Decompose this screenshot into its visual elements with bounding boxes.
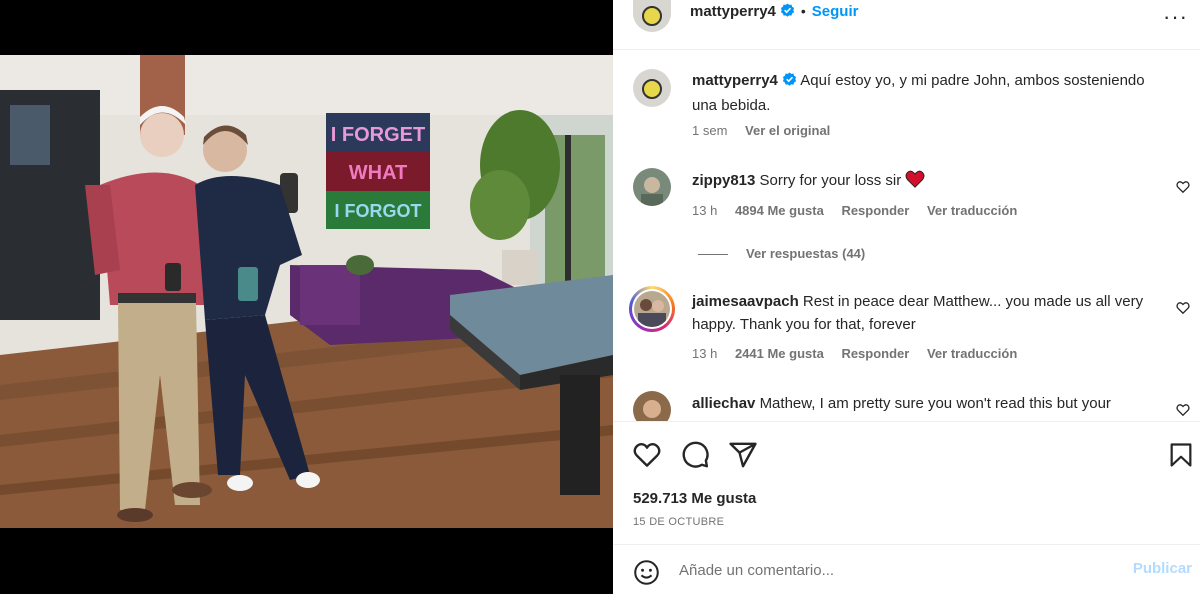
comment-meta: 13 h 2441 Me gusta Responder Ver traducc… — [692, 346, 1031, 361]
speech-bubble-icon — [682, 441, 709, 468]
comments-list[interactable]: mattyperry4 Aquí estoy yo, y mi padre Jo… — [613, 51, 1200, 421]
caption-text-block: mattyperry4 Aquí estoy yo, y mi padre Jo… — [692, 69, 1162, 117]
view-replies-label: Ver respuestas (44) — [746, 246, 866, 261]
caption-avatar[interactable] — [633, 69, 671, 107]
avatar-image — [633, 69, 671, 107]
commenter-username[interactable]: zippy813 — [692, 172, 755, 189]
avatar-image — [634, 291, 670, 327]
red-heart-emoji — [905, 170, 925, 195]
comment-button[interactable] — [680, 440, 710, 470]
comment-text-block: zippy813 Sorry for your loss sir — [692, 169, 1162, 195]
author-username[interactable]: mattyperry4 — [690, 3, 776, 20]
separator-dot: • — [800, 3, 806, 19]
see-original-link[interactable]: Ver el original — [745, 123, 830, 138]
comment-text: Sorry for your loss sir — [759, 172, 902, 189]
commenter-username[interactable]: alliechav — [692, 395, 755, 412]
bookmark-icon — [1170, 443, 1192, 467]
commenter-avatar[interactable] — [629, 286, 675, 332]
media-pane: I FORGET WHAT I FORGOT — [0, 0, 613, 594]
publish-button[interactable]: Publicar — [1133, 560, 1192, 577]
caption-meta: 1 sem Ver el original — [692, 123, 844, 138]
commenter-avatar[interactable] — [633, 168, 671, 206]
comment-input[interactable] — [679, 557, 1099, 583]
post-photo[interactable]: I FORGET WHAT I FORGOT — [0, 55, 613, 528]
verified-badge-icon — [782, 71, 797, 94]
avatar-image — [633, 0, 671, 32]
comment-meta: 13 h 4894 Me gusta Responder Ver traducc… — [692, 203, 1031, 218]
smiley-icon — [634, 560, 659, 585]
more-options-button[interactable]: ··· — [1163, 4, 1188, 30]
save-button[interactable] — [1167, 440, 1197, 470]
commenter-username[interactable]: jaimesaavpach — [692, 293, 799, 310]
comment-likes[interactable]: 2441 Me gusta — [735, 346, 824, 361]
comment-text: Mathew, I am pretty sure you won't read … — [759, 395, 1111, 412]
comment-text-block: jaimesaavpach Rest in peace dear Matthew… — [692, 290, 1162, 336]
view-replies-button[interactable]: Ver respuestas (44) — [698, 246, 865, 261]
avatar-image — [633, 391, 671, 421]
comment-time[interactable]: 13 h — [692, 346, 717, 361]
share-button[interactable] — [728, 440, 758, 470]
like-comment-icon[interactable] — [1176, 301, 1190, 315]
verified-badge-icon — [780, 3, 795, 23]
comment-time[interactable]: 13 h — [692, 203, 717, 218]
instagram-post-view: I FORGET WHAT I FORGOT mattyperry4 • Seg… — [0, 0, 1200, 594]
follow-button[interactable]: Seguir — [812, 3, 859, 20]
replies-divider — [698, 254, 728, 256]
heart-icon — [633, 443, 661, 467]
comment-text-block: alliechav Mathew, I am pretty sure you w… — [692, 392, 1162, 415]
author-avatar[interactable] — [633, 0, 671, 32]
post-date[interactable]: 15 DE OCTUBRE — [633, 516, 724, 528]
like-count[interactable]: 529.713 Me gusta — [633, 490, 756, 507]
artwork-line-2: WHAT — [349, 162, 408, 184]
reply-button[interactable]: Responder — [841, 346, 909, 361]
emoji-button[interactable] — [633, 559, 660, 586]
translate-link[interactable]: Ver traducción — [927, 203, 1017, 218]
like-comment-icon[interactable] — [1176, 180, 1190, 194]
artwork-line-1: I FORGET — [331, 124, 425, 146]
caption-time[interactable]: 1 sem — [692, 123, 727, 138]
photo-illustration: I FORGET WHAT I FORGOT — [0, 55, 613, 528]
comment-likes[interactable]: 4894 Me gusta — [735, 203, 824, 218]
post-header: mattyperry4 • Seguir ··· — [613, 0, 1200, 50]
commenter-avatar[interactable] — [633, 391, 671, 421]
paper-plane-icon — [729, 442, 757, 468]
translate-link[interactable]: Ver traducción — [927, 346, 1017, 361]
caption-username[interactable]: mattyperry4 — [692, 72, 778, 89]
comment-composer: Publicar — [613, 544, 1200, 594]
like-comment-icon[interactable] — [1176, 403, 1190, 417]
reply-button[interactable]: Responder — [841, 203, 909, 218]
like-button[interactable] — [632, 440, 662, 470]
post-details-panel: mattyperry4 • Seguir ··· mattyperry4 Aqu… — [613, 0, 1200, 594]
artwork-line-3: I FORGOT — [335, 201, 422, 221]
avatar-image — [633, 168, 671, 206]
post-actions: 529.713 Me gusta 15 DE OCTUBRE — [613, 421, 1200, 544]
